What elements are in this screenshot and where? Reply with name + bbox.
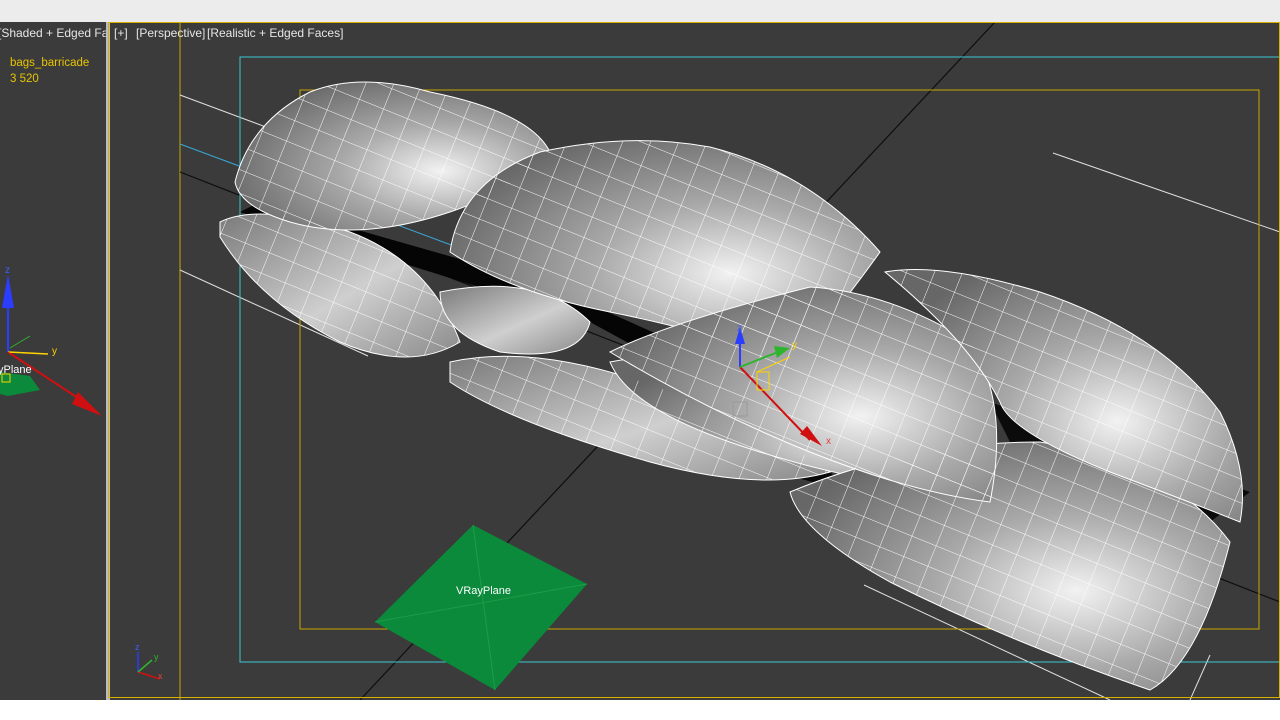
svg-text:x: x [158,671,163,681]
svg-text:x: x [826,436,831,447]
vrayplane-object[interactable]: VRayPlane [374,524,588,691]
left-viewport[interactable]: z y yPlane [Shaded + Edged Fac bags_barr… [0,22,106,700]
left-gizmo-y-label: y [52,346,57,357]
left-gizmo-z-label: z [5,265,10,276]
left-gizmo-y-axis [7,351,49,355]
vrayplane-label: VRayPlane [456,585,511,597]
left-gizmo-z-arrow [2,274,14,308]
viewport-menu-perspective[interactable]: [Perspective] [136,26,205,40]
left-gizmo-x-arrow [72,392,102,416]
bags-barricade-mesh[interactable] [219,81,1250,691]
svg-text:y: y [154,652,159,662]
viewport-menu-plus[interactable]: [+] [114,26,128,40]
poly-count-stat: 3 520 [10,73,39,85]
left-object-label: yPlane [0,364,32,376]
perspective-viewport[interactable]: z x y VRayPlane z y x [+] [Perspective] … [110,22,1280,700]
object-name-stat: bags_barricade [10,57,90,69]
left-viewport-canvas: z y yPlane [0,265,102,416]
view-axis-tripod: z y x [135,642,163,681]
viewport-menu-shading[interactable]: [Realistic + Edged Faces] [207,26,343,40]
svg-text:y: y [792,340,797,351]
svg-text:z: z [737,323,742,334]
bottom-status-strip [0,700,1280,720]
left-viewport-label[interactable]: [Shaded + Edged Fac [0,26,106,40]
svg-text:z: z [135,642,140,652]
perspective-viewport-canvas: z x y VRayPlane z y x [135,22,1280,700]
top-toolbar-strip [0,0,1280,22]
